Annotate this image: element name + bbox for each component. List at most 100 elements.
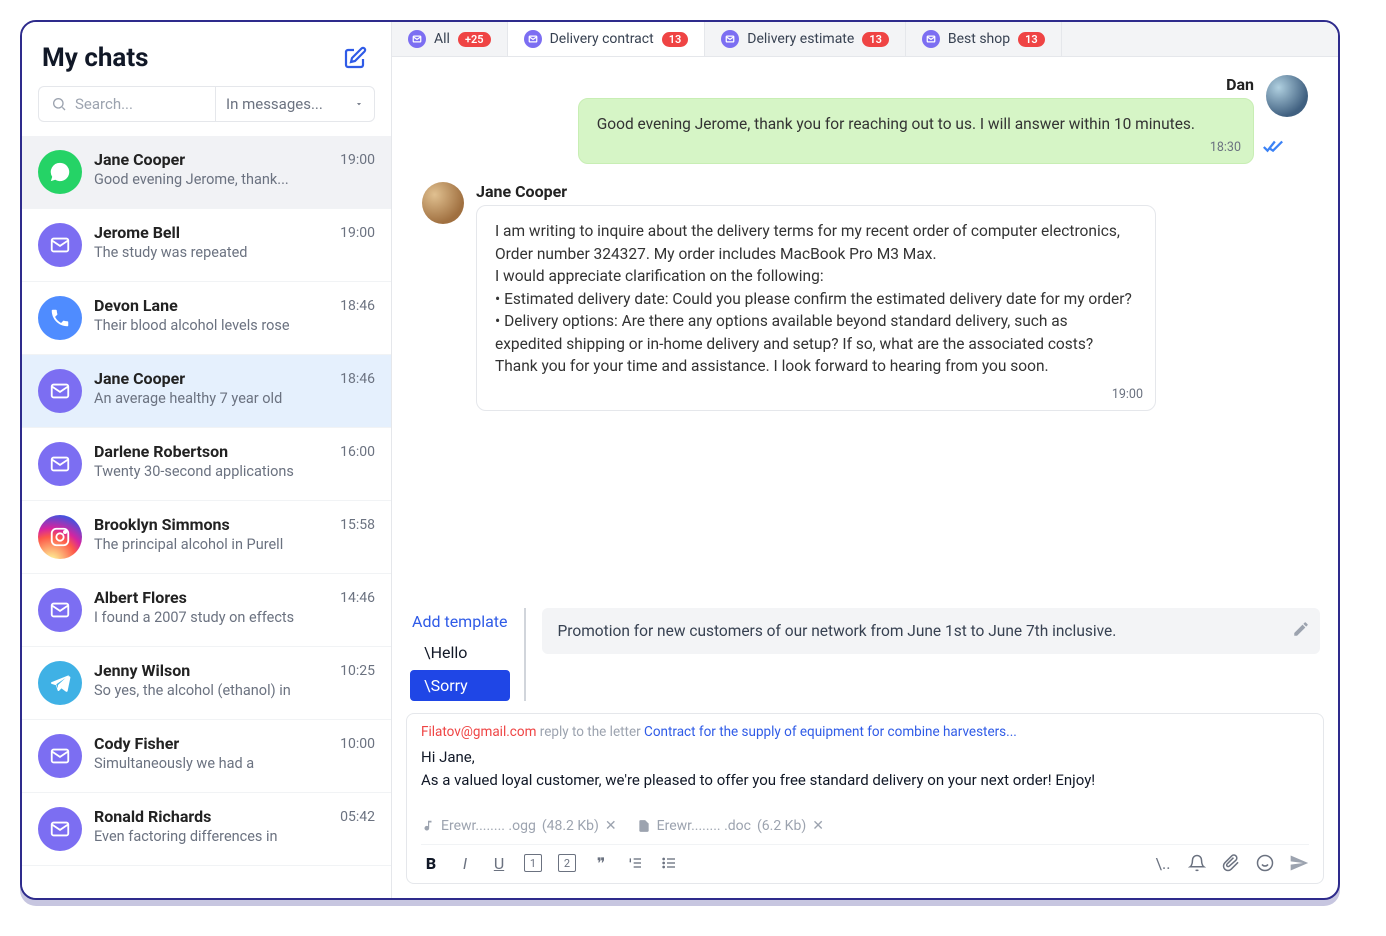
- attachment-size: (48.2 Kb): [542, 818, 599, 834]
- remove-attachment-button[interactable]: ✕: [605, 818, 617, 834]
- mail-icon: [38, 369, 82, 413]
- bell-icon: [1188, 854, 1206, 872]
- conversation-view[interactable]: Dan Good evening Jerome, thank you for r…: [392, 57, 1338, 598]
- chat-item[interactable]: Brooklyn Simmons15:58 The principal alco…: [22, 501, 391, 574]
- reply-subject-link[interactable]: Contract for the supply of equipment for…: [644, 724, 1017, 740]
- underline-button[interactable]: U: [489, 853, 509, 873]
- unordered-list-button[interactable]: [659, 853, 679, 873]
- chat-time: 05:42: [340, 809, 375, 825]
- customer-message-bubble: I am writing to inquire about the delive…: [476, 205, 1156, 410]
- bold-button[interactable]: B: [421, 853, 441, 873]
- chat-item[interactable]: Albert Flores 14:46 I found a 2007 study …: [22, 574, 391, 647]
- agent-message-time: 18:30: [1210, 139, 1241, 157]
- chat-time: 19:00: [340, 152, 375, 168]
- chat-item[interactable]: Devon Lane18:46 Their blood alcohol leve…: [22, 282, 391, 355]
- tab-badge: +25: [458, 32, 491, 47]
- chat-preview: The study was repeated: [94, 244, 375, 261]
- chat-time: 18:46: [340, 298, 375, 314]
- tab-label: All: [434, 31, 450, 47]
- tab-label: Best shop: [948, 31, 1010, 47]
- chat-name: Jerome Bell: [94, 223, 180, 242]
- customer-name: Jane Cooper: [476, 182, 1156, 201]
- reply-context: Filatov@gmail.com reply to the letter Co…: [421, 724, 1309, 740]
- smiley-icon: [1256, 854, 1274, 872]
- instagram-icon: [38, 515, 82, 559]
- agent-message-text: Good evening Jerome, thank you for reach…: [597, 113, 1235, 149]
- chat-name: Jenny Wilson: [94, 661, 190, 680]
- h1-button[interactable]: 1: [523, 853, 543, 873]
- compose-icon: [343, 46, 367, 70]
- chat-list[interactable]: Jane Cooper19:00 Good evening Jerome, th…: [22, 136, 391, 898]
- chat-item[interactable]: Jerome Bell19:00 The study was repeated: [22, 209, 391, 282]
- attachments-row: Erewr........ .ogg (48.2 Kb) ✕ Erewr....…: [421, 810, 1309, 844]
- tab[interactable]: Delivery estimate 13: [705, 22, 906, 56]
- emoji-button[interactable]: [1255, 853, 1275, 873]
- chat-item[interactable]: Jane Cooper18:46 An average healthy 7 ye…: [22, 355, 391, 428]
- composer: Filatov@gmail.com reply to the letter Co…: [406, 713, 1324, 884]
- telegram-icon: [38, 661, 82, 705]
- template-preview: Promotion for new customers of our netwo…: [542, 608, 1321, 654]
- search-input[interactable]: Search...: [38, 86, 215, 122]
- tab[interactable]: Delivery contract 13: [508, 22, 706, 56]
- attachment-doc[interactable]: Erewr........ .doc (6.2 Kb) ✕: [637, 818, 824, 834]
- remove-attachment-button[interactable]: ✕: [812, 818, 824, 834]
- chat-time: 16:00: [340, 444, 375, 460]
- mail-icon: [38, 588, 82, 632]
- chat-preview: I found a 2007 study on effects: [94, 609, 375, 626]
- send-button[interactable]: [1289, 853, 1309, 873]
- chat-preview: Twenty 30-second applications: [94, 463, 375, 480]
- pencil-icon: [1292, 620, 1310, 638]
- sidebar: My chats Search... In messages... Jane C…: [22, 22, 392, 898]
- search-filter-select[interactable]: In messages...: [215, 86, 375, 122]
- chat-preview: Their blood alcohol levels rose: [94, 317, 375, 334]
- music-note-icon: [421, 819, 435, 833]
- italic-button[interactable]: I: [455, 853, 475, 873]
- tab[interactable]: Best shop 13: [906, 22, 1062, 56]
- chevron-down-icon: [354, 99, 364, 109]
- composer-textarea[interactable]: Hi Jane, As a valued loyal customer, we'…: [421, 746, 1309, 810]
- phone-icon: [38, 296, 82, 340]
- template-item-hello[interactable]: \Hello: [410, 637, 510, 668]
- edit-template-button[interactable]: [1292, 620, 1310, 642]
- chat-name: Ronald Richards: [94, 807, 211, 826]
- search-icon: [51, 96, 67, 112]
- chat-time: 14:46: [340, 590, 375, 606]
- add-template-button[interactable]: Add template: [410, 608, 510, 635]
- tab[interactable]: All +25: [392, 22, 508, 56]
- customer-message-text: I am writing to inquire about the delive…: [495, 220, 1137, 395]
- tab-label: Delivery contract: [550, 31, 654, 47]
- tab-badge: 13: [862, 32, 889, 47]
- attachment-size: (6.2 Kb): [757, 818, 806, 834]
- attachment-name: Erewr........ .doc: [657, 818, 751, 834]
- mail-icon: [408, 30, 426, 48]
- chat-item[interactable]: Jenny Wilson10:25 So yes, the alcohol (e…: [22, 647, 391, 720]
- attach-button[interactable]: [1221, 853, 1241, 873]
- chat-name: Jane Cooper: [94, 150, 185, 169]
- slash-command-button[interactable]: \..: [1153, 853, 1173, 873]
- ordered-list-button[interactable]: [625, 853, 645, 873]
- template-item-sorry[interactable]: \Sorry: [410, 670, 510, 701]
- compose-button[interactable]: [339, 42, 371, 74]
- chat-item[interactable]: Cody Fisher10:00 Simultaneously we had a: [22, 720, 391, 793]
- h2-button[interactable]: 2: [557, 853, 577, 873]
- chat-preview: The principal alcohol in Purell: [94, 536, 375, 553]
- chat-item[interactable]: Ronald Richards 05:42 Even factoring diff…: [22, 793, 391, 866]
- mail-icon: [38, 807, 82, 851]
- whatsapp-icon: [38, 150, 82, 194]
- chat-item[interactable]: Jane Cooper19:00 Good evening Jerome, th…: [22, 136, 391, 209]
- paperclip-icon: [1222, 854, 1240, 872]
- agent-name: Dan: [1226, 75, 1254, 94]
- app-window: My chats Search... In messages... Jane C…: [20, 20, 1340, 900]
- quote-button[interactable]: ❞: [591, 853, 611, 873]
- agent-avatar: [1266, 75, 1308, 117]
- chat-preview: Even factoring differences in: [94, 828, 375, 845]
- unordered-list-icon: [661, 855, 677, 871]
- chat-preview: Simultaneously we had a: [94, 755, 375, 772]
- chat-item[interactable]: Darlene Robertson 16:00 Twenty 30-second …: [22, 428, 391, 501]
- attachment-audio[interactable]: Erewr........ .ogg (48.2 Kb) ✕: [421, 818, 617, 834]
- chat-name: Albert Flores: [94, 588, 187, 607]
- template-list: Add template \Hello \Sorry: [410, 608, 526, 701]
- reminder-button[interactable]: [1187, 853, 1207, 873]
- composer-toolbar: B I U 1 2 ❞ \..: [421, 844, 1309, 883]
- chat-name: Darlene Robertson: [94, 442, 228, 461]
